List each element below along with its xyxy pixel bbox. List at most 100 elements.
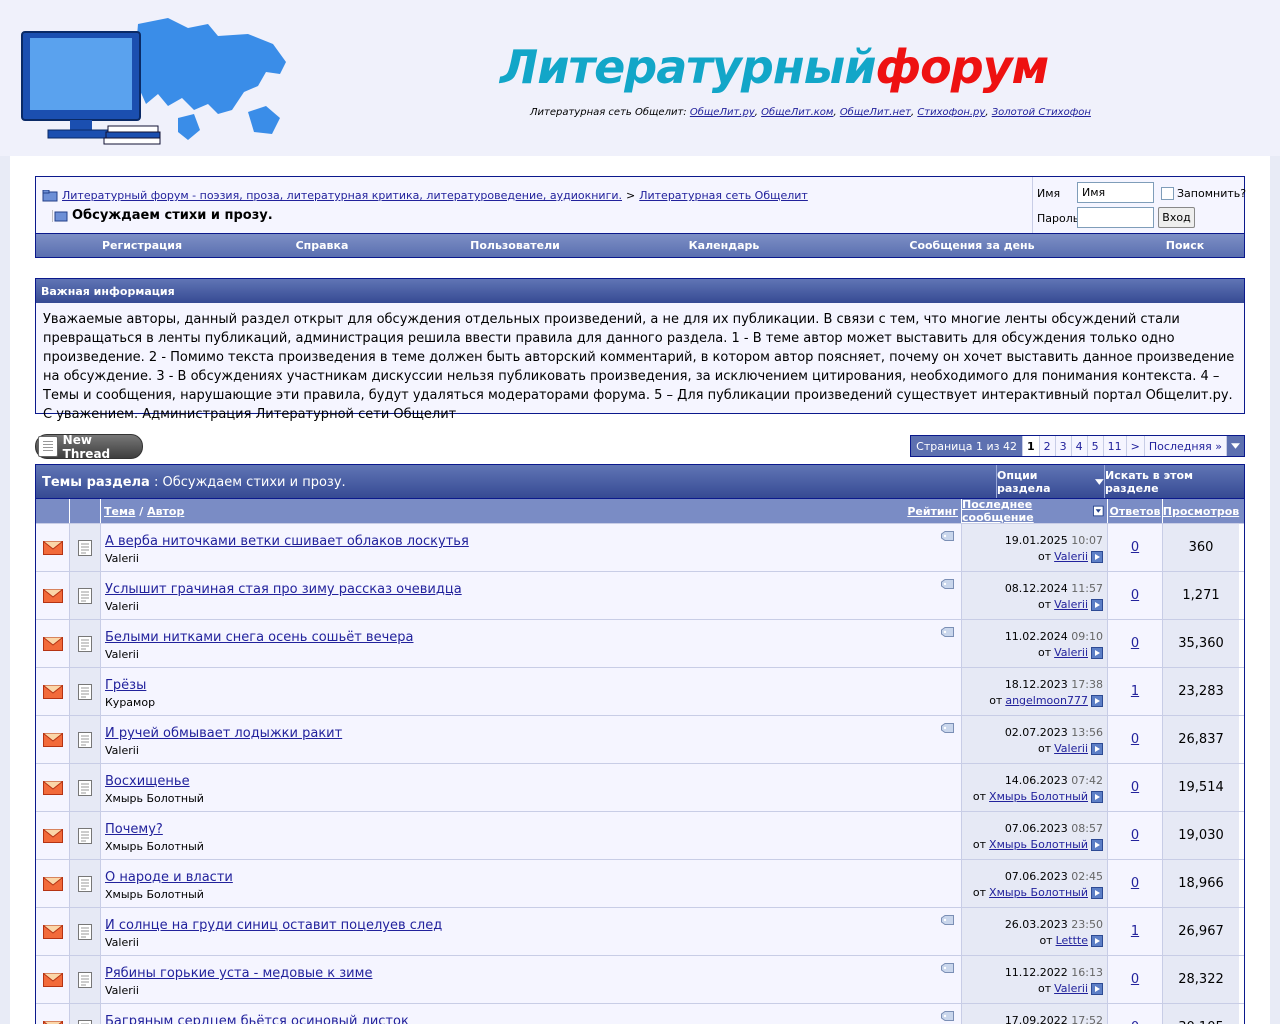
replies-count-link[interactable]: 1 <box>1131 684 1139 699</box>
replies-count-link[interactable]: 0 <box>1131 972 1139 987</box>
sort-topic-link[interactable]: Тема <box>104 505 135 518</box>
go-to-last-post-icon[interactable] <box>1091 742 1103 755</box>
menu-register[interactable]: Регистрация <box>36 239 248 252</box>
replies-count-link[interactable]: 0 <box>1131 732 1139 747</box>
thread-status-cell <box>36 668 69 715</box>
last-post-user-link[interactable]: Valerii <box>1054 598 1088 611</box>
column-headers: Тема / Автор Рейтинг Последнее сообщение… <box>36 498 1244 524</box>
sort-last-post-link[interactable]: Последнее сообщение <box>962 498 1090 524</box>
document-icon <box>78 875 92 892</box>
thread-title-link[interactable]: А верба ниточками ветки сшивает облаков … <box>105 534 469 549</box>
menu-members[interactable]: Пользователи <box>396 239 634 252</box>
tag-icon[interactable] <box>941 915 954 925</box>
go-to-last-post-icon[interactable] <box>1091 982 1103 995</box>
thread-title-link[interactable]: И солнце на груди синиц оставит поцелуев… <box>105 918 442 933</box>
page-next[interactable]: > <box>1125 436 1144 456</box>
go-to-last-post-icon[interactable] <box>1091 934 1103 947</box>
menu-help[interactable]: Справка <box>248 239 396 252</box>
thread-title-link[interactable]: Услышит грачиная стая про зиму рассказ о… <box>105 582 462 597</box>
replies-count-link[interactable]: 0 <box>1131 636 1139 651</box>
new-thread-button[interactable]: New Thread <box>35 433 143 461</box>
go-to-last-post-icon[interactable] <box>1091 646 1103 659</box>
menu-todays-posts[interactable]: Сообщения за день <box>814 239 1130 252</box>
last-post-user-link[interactable]: Valerii <box>1054 646 1088 659</box>
menu-calendar[interactable]: Календарь <box>634 239 814 252</box>
thread-title-link[interactable]: Багряным сердцем бьётся осиновый листок <box>105 1014 409 1024</box>
replies-count-link[interactable]: 0 <box>1131 540 1139 555</box>
page-link[interactable]: 4 <box>1070 436 1087 456</box>
page-link[interactable]: 5 <box>1086 436 1103 456</box>
last-post-user-link[interactable]: Valerii <box>1054 742 1088 755</box>
thread-title-link[interactable]: Почему? <box>105 822 163 837</box>
search-forum-menu[interactable]: Искать в этом разделе <box>1104 465 1244 498</box>
username-input[interactable] <box>1077 182 1154 203</box>
thread-title-link[interactable]: О народе и власти <box>105 870 233 885</box>
tag-icon[interactable] <box>941 963 954 973</box>
menu-search[interactable]: Поиск <box>1130 239 1240 252</box>
login-button[interactable]: Вход <box>1158 207 1195 228</box>
network-link-golden-stikhofon[interactable]: Золотой Стихофон <box>992 107 1091 118</box>
network-link-obshchelit-net[interactable]: ОбщеЛит.нет <box>840 107 911 118</box>
last-post-user-link[interactable]: angelmoon777 <box>1005 694 1088 707</box>
pagination-dropdown[interactable] <box>1226 436 1244 456</box>
last-post-user-link[interactable]: Valerii <box>1054 982 1088 995</box>
thread-title-link[interactable]: Белыми нитками снега осень сошьёт вечера <box>105 630 414 645</box>
document-icon <box>78 923 92 940</box>
sort-views-link[interactable]: Просмотров <box>1163 505 1239 518</box>
thread-author: Valerii <box>105 648 139 661</box>
last-post-user-link[interactable]: Хмырь Болотный <box>989 838 1088 851</box>
folder-nav-icon[interactable] <box>42 189 58 202</box>
replies-count-link[interactable]: 0 <box>1131 780 1139 795</box>
sort-author-link[interactable]: Автор <box>147 505 184 518</box>
go-to-last-post-icon[interactable] <box>1091 598 1103 611</box>
replies-count-link[interactable]: 0 <box>1131 828 1139 843</box>
breadcrumb-forum-home[interactable]: Литературный форум - поэзия, проза, лите… <box>62 189 622 202</box>
replies-count-link[interactable]: 1 <box>1131 924 1139 939</box>
network-link-obshchelit-com[interactable]: ОбщеЛит.ком <box>761 107 833 118</box>
remember-checkbox[interactable] <box>1161 187 1174 200</box>
replies-cell: 0 <box>1107 860 1162 907</box>
go-to-last-post-icon[interactable] <box>1091 838 1103 851</box>
last-post-by-prefix: от <box>972 790 987 803</box>
page-link[interactable]: 11 <box>1102 436 1126 456</box>
forum-options-menu[interactable]: Опции раздела <box>996 465 1104 498</box>
page-link[interactable]: 3 <box>1054 436 1071 456</box>
sort-replies-link[interactable]: Ответов <box>1109 505 1160 518</box>
go-to-last-post-icon[interactable] <box>1091 694 1103 707</box>
password-input[interactable] <box>1077 207 1154 228</box>
replies-count-link[interactable]: 0 <box>1131 588 1139 603</box>
page-last[interactable]: Последняя » <box>1143 436 1226 456</box>
thread-title-link[interactable]: И ручей обмывает лодыжки ракит <box>105 726 342 741</box>
tag-icon[interactable] <box>941 723 954 733</box>
tag-icon[interactable] <box>941 579 954 589</box>
last-post-by-prefix: от <box>1037 646 1052 659</box>
remember-me[interactable]: Запомнить? <box>1161 187 1246 200</box>
go-to-last-post-icon[interactable] <box>1091 886 1103 899</box>
thread-row: Грёзы Курамор 18.12.2023 17:38 от angelm… <box>36 667 1244 715</box>
last-post-user-link[interactable]: Хмырь Болотный <box>989 886 1088 899</box>
replies-count-link[interactable]: 0 <box>1131 1020 1139 1024</box>
page-link[interactable]: 2 <box>1038 436 1055 456</box>
go-to-last-post-icon[interactable] <box>1091 550 1103 563</box>
thread-title-link[interactable]: Грёзы <box>105 678 146 693</box>
thread-title-link[interactable]: Восхищенье <box>105 774 190 789</box>
breadcrumb-network[interactable]: Литературная сеть Общелит <box>639 189 808 202</box>
last-post-user-link[interactable]: Хмырь Болотный <box>989 790 1088 803</box>
last-post-user-link[interactable]: Valerii <box>1054 550 1088 563</box>
sort-desc-icon[interactable] <box>1093 505 1104 517</box>
thread-status-cell <box>36 956 69 1003</box>
tag-icon[interactable] <box>941 531 954 541</box>
replies-count-link[interactable]: 0 <box>1131 876 1139 891</box>
navbar: Литературный форум - поэзия, проза, лите… <box>35 176 1246 258</box>
last-post-user-link[interactable]: Lettte <box>1056 934 1088 947</box>
thread-author: Valerii <box>105 936 139 949</box>
tag-icon[interactable] <box>941 627 954 637</box>
col-replies: Ответов <box>1107 499 1162 523</box>
thread-title-link[interactable]: Рябины горькие уста - медовые к зиме <box>105 966 372 981</box>
sort-rating-link[interactable]: Рейтинг <box>907 505 958 518</box>
site-logo-computer-world-icon[interactable] <box>18 14 293 154</box>
tag-icon[interactable] <box>941 1011 954 1021</box>
network-link-stikhofon[interactable]: Стихофон.ру <box>917 107 985 118</box>
network-link-obshchelit-ru[interactable]: ОбщеЛит.ру <box>690 107 755 118</box>
go-to-last-post-icon[interactable] <box>1091 790 1103 803</box>
